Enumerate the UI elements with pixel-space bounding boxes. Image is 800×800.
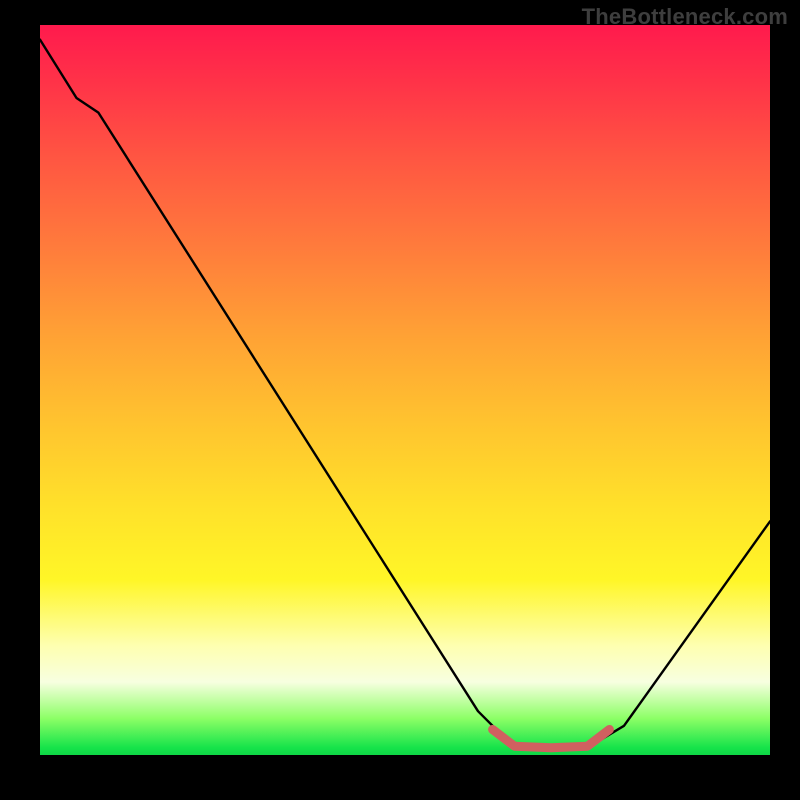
highlight-segment [493, 730, 610, 748]
plot-area [40, 25, 770, 755]
chart-frame: TheBottleneck.com [0, 0, 800, 800]
curve-layer [40, 25, 770, 755]
bottleneck-curve [40, 40, 770, 748]
